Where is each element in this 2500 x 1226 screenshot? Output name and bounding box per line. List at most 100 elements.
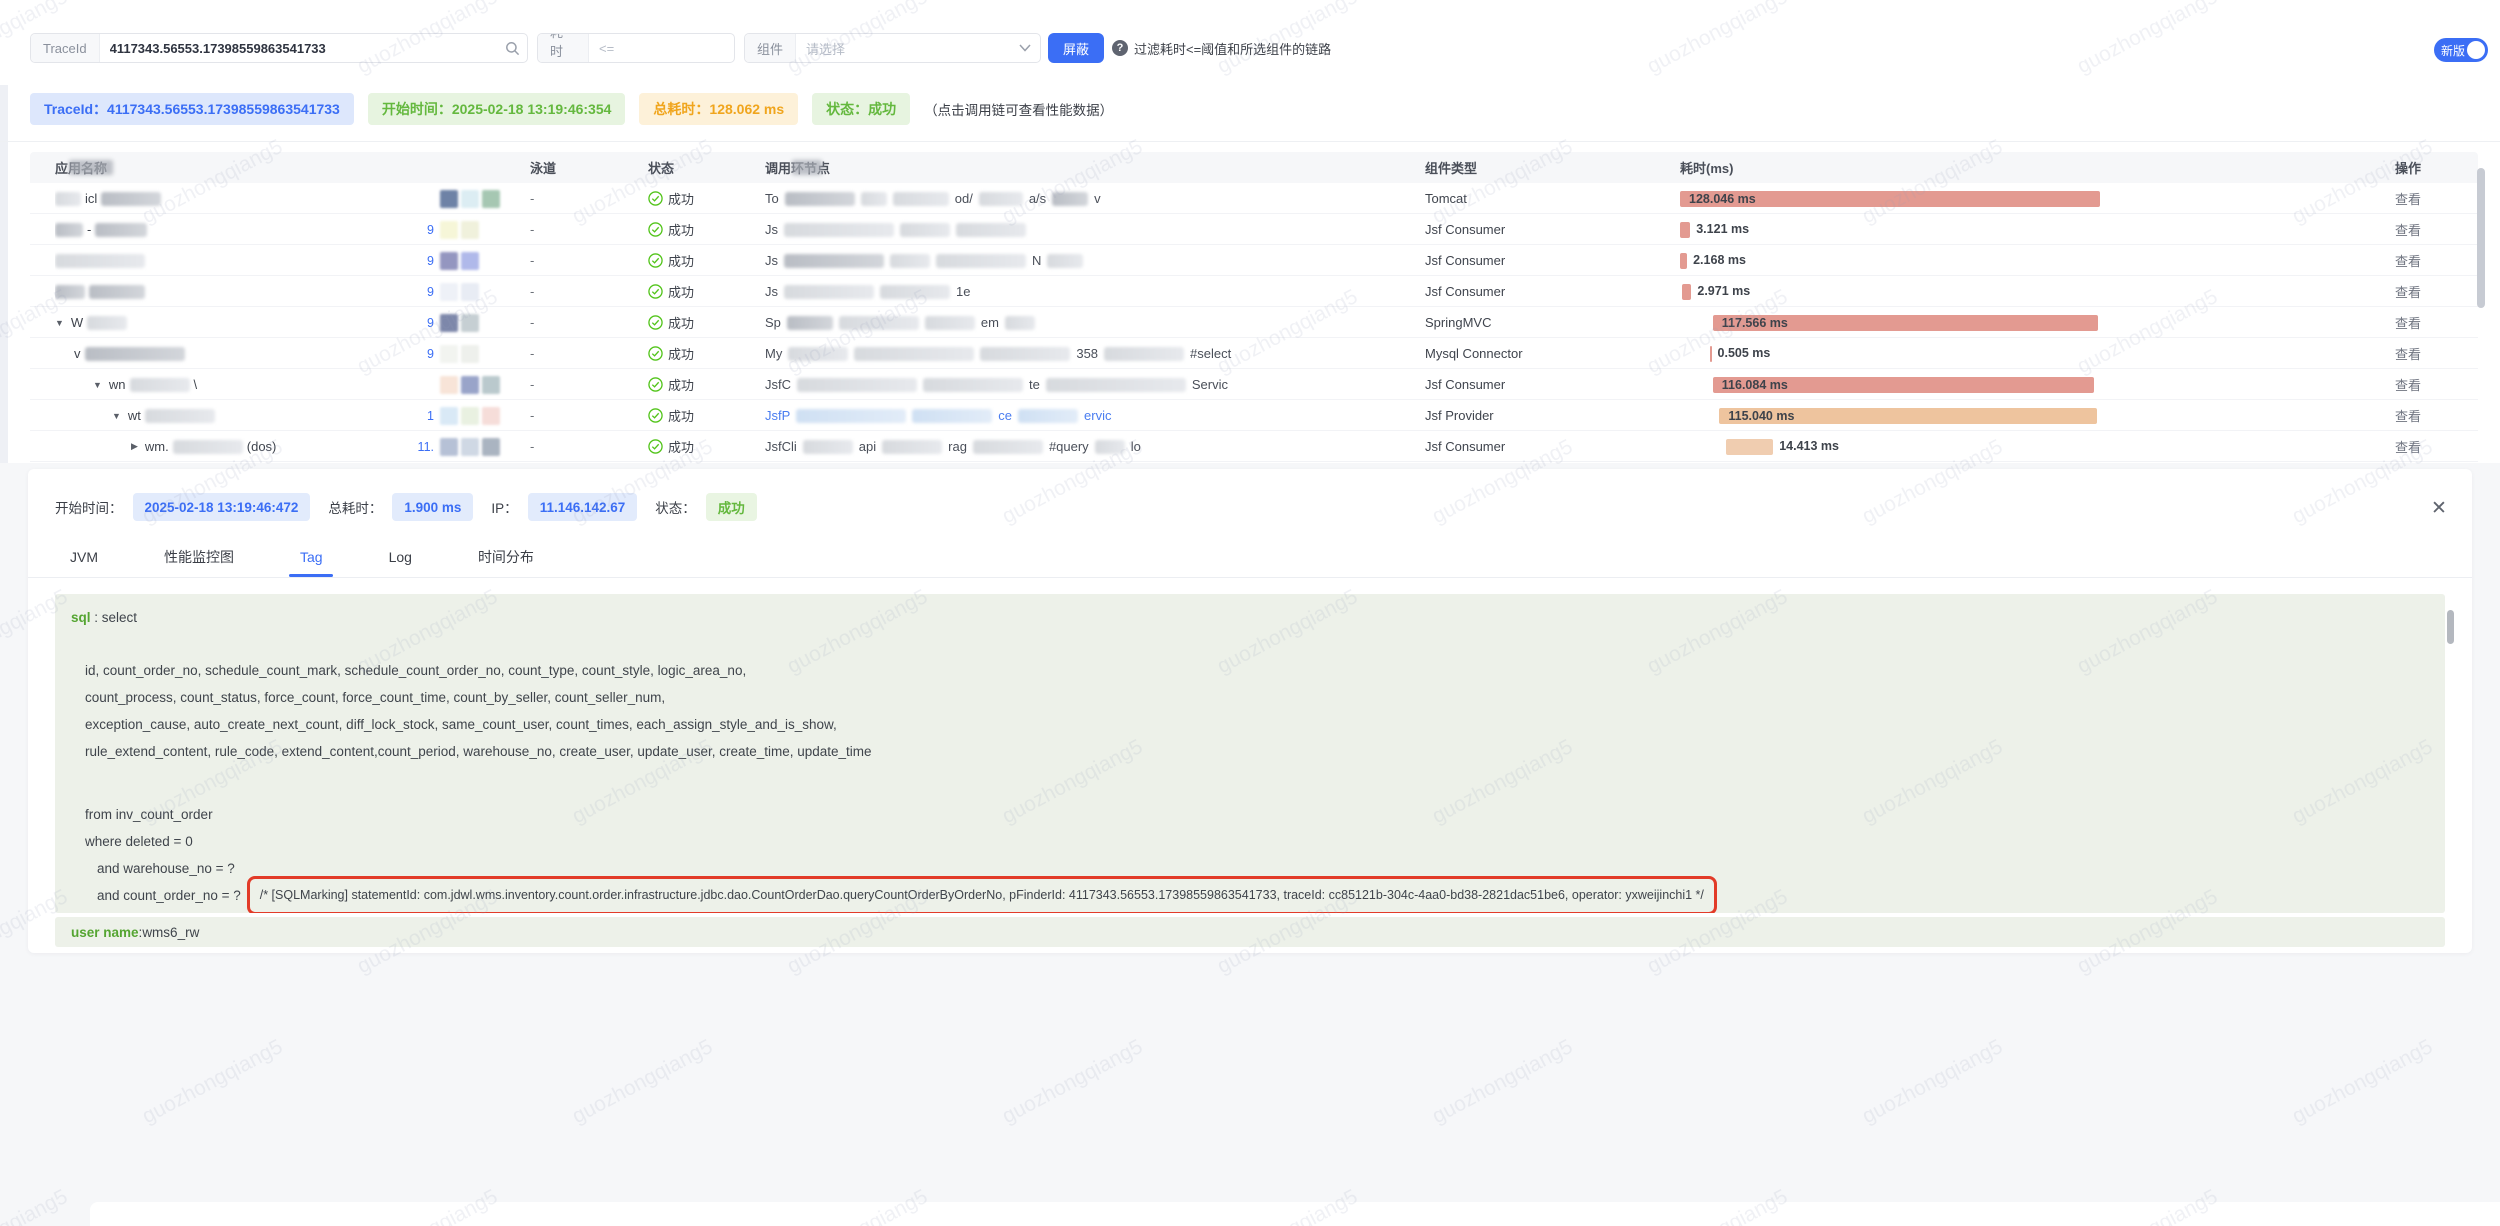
duration-bar-track: 3.121 ms bbox=[1680, 221, 2110, 239]
table-row[interactable]: ▼wn\-成功JsfCteServicJsf Consumer116.084 m… bbox=[30, 369, 2478, 400]
view-action-link[interactable]: 查看 bbox=[2395, 400, 2455, 431]
cost-input[interactable] bbox=[589, 41, 735, 56]
redacted-blur-block bbox=[880, 285, 950, 299]
blur-mask bbox=[792, 160, 822, 175]
total-cost-badge: 总耗时：128.062 ms bbox=[639, 93, 798, 125]
table-row[interactable]: ▶wm.(dos)11.-成功JsfCliapirag#queryloJsf C… bbox=[30, 431, 2478, 462]
sql-verb: select bbox=[102, 610, 137, 625]
redacted-blur-block bbox=[882, 440, 942, 454]
new-version-toggle[interactable]: 新版 bbox=[2434, 38, 2488, 62]
traceid-input-group: TraceId bbox=[30, 33, 528, 63]
search-icon[interactable] bbox=[497, 41, 527, 56]
cost-input-group: 耗时(ms) bbox=[537, 33, 735, 63]
view-action-link[interactable]: 查看 bbox=[2395, 183, 2455, 214]
redacted-blur-block bbox=[173, 440, 243, 454]
trace-summary-row: TraceId：4117343.56553.17398559863541733 … bbox=[30, 92, 1113, 126]
lane-cell: - bbox=[530, 400, 610, 431]
close-icon[interactable]: ✕ bbox=[2428, 497, 2450, 519]
status-text: 成功 bbox=[668, 406, 694, 425]
expand-arrow-icon[interactable]: ▼ bbox=[112, 411, 121, 421]
table-vertical-scrollbar[interactable] bbox=[2477, 168, 2485, 308]
sql-box-scrollbar[interactable] bbox=[2447, 610, 2454, 644]
status-text: 成功 bbox=[668, 251, 694, 270]
table-row[interactable]: v9-成功My358#selectMysql Connector0.505 ms… bbox=[30, 338, 2478, 369]
table-row[interactable]: icl-成功Tood/a/svTomcat128.046 ms查看 bbox=[30, 183, 2478, 214]
duration-label: 2.168 ms bbox=[1687, 253, 1746, 267]
status-text: 成功 bbox=[668, 220, 694, 239]
endpoint-text-fragment: wt bbox=[128, 408, 141, 423]
endpoint-text-fragment: ce bbox=[998, 408, 1012, 423]
color-block bbox=[461, 190, 479, 208]
view-action-link[interactable]: 查看 bbox=[2395, 307, 2455, 338]
color-block bbox=[440, 283, 458, 301]
duration-bar-track: 116.084 ms bbox=[1680, 376, 2110, 394]
span-count-number: 9 bbox=[400, 276, 434, 307]
view-action-link[interactable]: 查看 bbox=[2395, 338, 2455, 369]
tab-tag[interactable]: Tag bbox=[298, 537, 325, 577]
color-block bbox=[440, 438, 458, 456]
view-action-link[interactable]: 查看 bbox=[2395, 214, 2455, 245]
redacted-blur-block bbox=[95, 223, 147, 237]
view-action-link[interactable]: 查看 bbox=[2395, 369, 2455, 400]
table-row[interactable]: 9-成功Js1eJsf Consumer2.971 ms查看 bbox=[30, 276, 2478, 307]
tab-时间分布[interactable]: 时间分布 bbox=[476, 537, 536, 577]
tab-log[interactable]: Log bbox=[387, 537, 414, 577]
status-text: 成功 bbox=[668, 313, 694, 332]
component-select-group[interactable]: 组件 请选择 bbox=[744, 33, 1041, 63]
expand-arrow-icon[interactable]: ▼ bbox=[93, 380, 102, 390]
tabs-divider bbox=[28, 577, 2472, 578]
status-cell: 成功 bbox=[648, 307, 748, 338]
collapse-arrow-icon[interactable]: ▶ bbox=[131, 441, 138, 452]
table-row[interactable]: ▼W9-成功SpemSpringMVC117.566 ms查看 bbox=[30, 307, 2478, 338]
endpoint-text-fragment: wn bbox=[109, 377, 126, 392]
table-header: 应用名称 泳道 状态 调用环节点 组件类型 耗时(ms) 操作 bbox=[30, 152, 2478, 183]
duration-label: 2.971 ms bbox=[1691, 284, 1750, 298]
view-action-link[interactable]: 查看 bbox=[2395, 245, 2455, 276]
filter-button[interactable]: 屏蔽 bbox=[1048, 33, 1104, 63]
status-cell: 成功 bbox=[648, 369, 748, 400]
expand-arrow-icon[interactable]: ▼ bbox=[55, 318, 64, 328]
redacted-blur-block bbox=[788, 347, 848, 361]
endpoint-text-fragment: lo bbox=[1131, 439, 1141, 454]
tab-性能监控图[interactable]: 性能监控图 bbox=[162, 537, 236, 577]
status-label: 状态： bbox=[826, 99, 868, 119]
table-row[interactable]: ▼wt1-成功JsfPceervicJsf Provider115.040 ms… bbox=[30, 400, 2478, 431]
endpoint-text-fragment: JsfCli bbox=[765, 439, 797, 454]
sql-select-columns: id, count_order_no, schedule_count_mark,… bbox=[85, 657, 2445, 765]
app-name-cell bbox=[55, 276, 405, 307]
tab-jvm[interactable]: JVM bbox=[68, 537, 100, 577]
lane-cell: - bbox=[530, 183, 610, 214]
detail-total-value: 1.900 ms bbox=[392, 493, 473, 521]
redacted-blur-block bbox=[1095, 440, 1125, 454]
duration-bar-track: 128.046 ms bbox=[1680, 190, 2110, 208]
table-row[interactable]: 9-成功JsNJsf Consumer2.168 ms查看 bbox=[30, 245, 2478, 276]
success-check-icon bbox=[648, 284, 663, 299]
app-name-cell: - bbox=[55, 214, 405, 245]
endpoint-text-fragment: - bbox=[87, 222, 91, 237]
endpoint-text-fragment: Servic bbox=[1192, 377, 1228, 392]
color-block bbox=[440, 376, 458, 394]
duration-bar-track: 14.413 ms bbox=[1680, 438, 2110, 456]
endpoint-text-fragment: Js bbox=[765, 222, 778, 237]
lane-cell: - bbox=[530, 431, 610, 462]
redacted-blur-block bbox=[912, 409, 992, 423]
color-block bbox=[440, 314, 458, 332]
status-cell: 成功 bbox=[648, 431, 748, 462]
component-type-cell: Mysql Connector bbox=[1425, 338, 1665, 369]
component-type-cell: Tomcat bbox=[1425, 183, 1665, 214]
table-row[interactable]: -9-成功JsJsf Consumer3.121 ms查看 bbox=[30, 214, 2478, 245]
detail-status-label: 状态： bbox=[655, 497, 696, 517]
cost-cell: 115.040 ms bbox=[1680, 400, 2130, 431]
endpoint-text-fragment: JsfC bbox=[765, 377, 791, 392]
endpoint-text-fragment: a/s bbox=[1029, 191, 1046, 206]
traceid-input[interactable] bbox=[100, 41, 497, 56]
sql-column-line: exception_cause, auto_create_next_count,… bbox=[85, 711, 2445, 738]
redacted-blur-block bbox=[1052, 192, 1088, 206]
duration-bar-track: 115.040 ms bbox=[1680, 407, 2110, 425]
duration-label: 116.084 ms bbox=[1713, 378, 1788, 392]
endpoint-text-fragment: Js bbox=[765, 284, 778, 299]
span-detail-panel: 开始时间： 2025-02-18 13:19:46:472 总耗时： 1.900… bbox=[28, 469, 2472, 953]
view-action-link[interactable]: 查看 bbox=[2395, 276, 2455, 307]
view-action-link[interactable]: 查看 bbox=[2395, 431, 2455, 462]
color-block bbox=[461, 407, 479, 425]
